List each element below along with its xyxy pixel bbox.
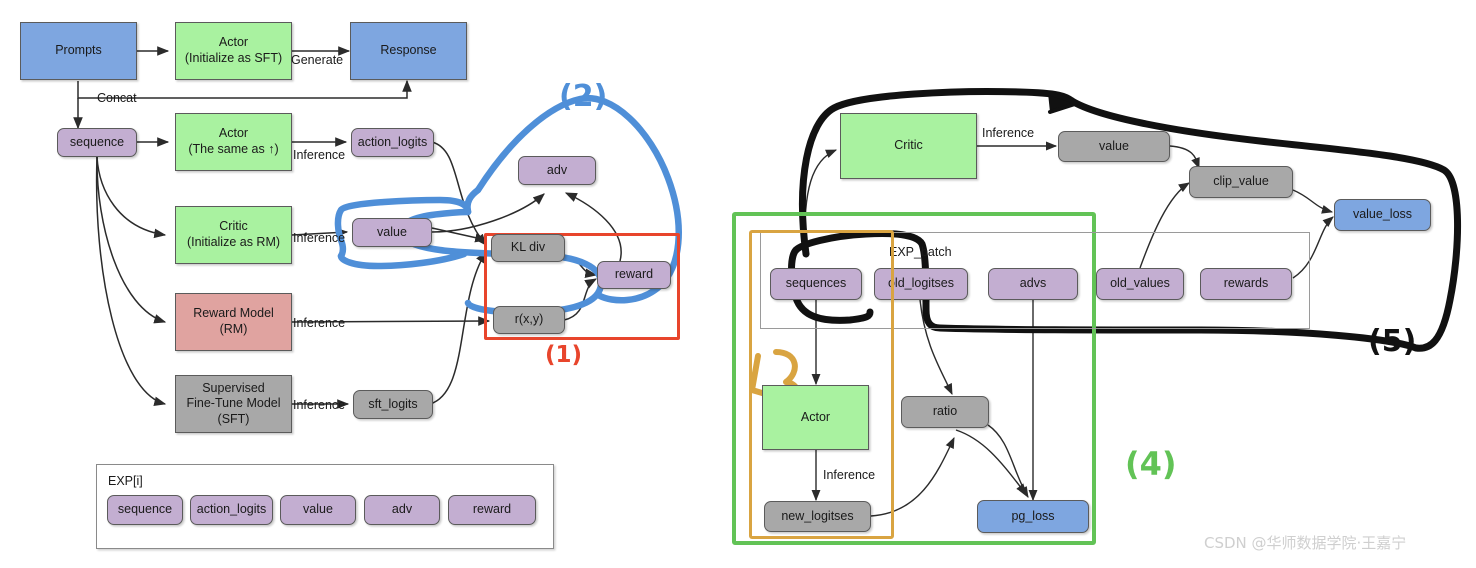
- node-ratio-label: ratio: [932, 404, 958, 419]
- annotation-mark-5: (5): [1368, 324, 1417, 359]
- node-sft-model-label2: Fine-Tune Model: [186, 396, 281, 411]
- node-sft-logits[interactable]: sft_logits: [353, 390, 433, 419]
- node-rxy-label: r(x,y): [514, 312, 544, 327]
- watermark: CSDN @华师数据学院·王嘉宁: [1204, 534, 1407, 552]
- node-sft-model[interactable]: Supervised Fine-Tune Model (SFT): [175, 375, 292, 433]
- exp-batch-item-label: rewards: [1223, 276, 1269, 291]
- node-value-left[interactable]: value: [352, 218, 432, 247]
- exp-legend-item-label: value: [303, 502, 333, 517]
- edge-label-inference-sft: Inference: [293, 398, 346, 412]
- node-clip-value-label: clip_value: [1213, 174, 1269, 189]
- node-actor-top-label2: (Initialize as SFT): [184, 51, 283, 65]
- node-reward-model-label1: Reward Model: [193, 306, 274, 321]
- node-adv-label: adv: [546, 162, 568, 177]
- node-sft-model-label3: (SFT): [217, 411, 250, 426]
- node-value-right[interactable]: value: [1058, 131, 1170, 162]
- edge-label-inference-actor: Inference: [293, 148, 346, 162]
- node-prompts-label: Prompts: [55, 43, 102, 58]
- exp-legend-item-sequence[interactable]: sequence: [107, 495, 183, 525]
- node-rxy[interactable]: r(x,y): [493, 306, 565, 334]
- exp-batch-item-advs[interactable]: advs: [988, 268, 1078, 300]
- node-adv[interactable]: adv: [518, 156, 596, 185]
- exp-legend-title: EXP[i]: [108, 474, 143, 488]
- node-critic-right[interactable]: Critic: [840, 113, 977, 179]
- node-actor-top-label1: Actor: [218, 35, 249, 50]
- exp-batch-item-label: advs: [1019, 276, 1047, 291]
- edge-label-inference-actor-right: Inference: [823, 468, 876, 482]
- node-value-left-label: value: [377, 224, 407, 239]
- exp-batch-item-label: old_values: [1110, 276, 1170, 291]
- annotation-mark-1: (1): [545, 342, 583, 368]
- node-ratio[interactable]: ratio: [901, 396, 989, 428]
- node-action-logits[interactable]: action_logits: [351, 128, 434, 157]
- edge-label-concat: Concat: [97, 91, 137, 105]
- node-new-logitses-label: new_logitses: [781, 508, 854, 523]
- exp-batch-item-rewards[interactable]: rewards: [1200, 268, 1292, 300]
- edge-label-inference-critic-right: Inference: [982, 126, 1035, 140]
- node-sequence-label: sequence: [69, 134, 125, 149]
- annotation-mark-4: (4): [1125, 445, 1177, 483]
- exp-legend-item-reward[interactable]: reward: [448, 495, 536, 525]
- exp-legend-item-label: action_logits: [196, 502, 267, 517]
- exp-legend-item-value[interactable]: value: [280, 495, 356, 525]
- node-critic-left-label1: Critic: [219, 219, 248, 234]
- node-sft-model-label1: Supervised: [202, 380, 265, 395]
- node-prompts[interactable]: Prompts: [20, 22, 137, 80]
- node-clip-value[interactable]: clip_value: [1189, 166, 1293, 198]
- node-value-right-label: value: [1099, 138, 1129, 153]
- exp-legend-item-adv[interactable]: adv: [364, 495, 440, 525]
- node-actor-right-label: Actor: [800, 409, 831, 424]
- node-actor-right[interactable]: Actor: [762, 385, 869, 450]
- diagram-canvas: Prompts Actor (Initialize as SFT) Respon…: [0, 0, 1476, 568]
- node-reward-label: reward: [614, 267, 654, 282]
- edge-label-inference-rm: Inference: [293, 316, 346, 330]
- node-actor-mid[interactable]: Actor (The same as ↑): [175, 113, 292, 171]
- exp-legend-item-label: sequence: [117, 502, 173, 517]
- node-critic-left[interactable]: Critic (Initialize as RM): [175, 206, 292, 264]
- exp-legend-item-label: reward: [472, 502, 512, 517]
- node-critic-left-label2: (Initialize as RM): [186, 235, 281, 249]
- exp-legend-item-action-logits[interactable]: action_logits: [190, 495, 273, 525]
- node-response-label: Response: [380, 43, 437, 58]
- annotation-mark-2: (2): [559, 79, 608, 114]
- edge-label-generate: Generate: [291, 53, 344, 67]
- node-sft-logits-label: sft_logits: [368, 396, 418, 411]
- node-response[interactable]: Response: [350, 22, 467, 80]
- node-kl-div[interactable]: KL div: [491, 234, 565, 262]
- edge-label-inference-critic: Inference: [293, 231, 346, 245]
- node-reward[interactable]: reward: [597, 261, 671, 289]
- node-new-logitses[interactable]: new_logitses: [764, 501, 871, 532]
- node-value-loss[interactable]: value_loss: [1334, 199, 1431, 231]
- exp-batch-item-label: old_logitses: [887, 276, 954, 291]
- node-pg-loss[interactable]: pg_loss: [977, 500, 1089, 533]
- node-actor-mid-label1: Actor: [218, 126, 249, 141]
- exp-batch-item-old-values[interactable]: old_values: [1096, 268, 1184, 300]
- node-kl-div-label: KL div: [510, 240, 546, 255]
- node-value-loss-label: value_loss: [1352, 207, 1413, 222]
- node-actor-top[interactable]: Actor (Initialize as SFT): [175, 22, 292, 80]
- node-action-logits-label: action_logits: [357, 134, 428, 149]
- node-reward-model-label2: (RM): [219, 322, 248, 336]
- node-pg-loss-label: pg_loss: [1011, 508, 1055, 523]
- exp-batch-title: EXP_batch: [889, 245, 952, 259]
- node-critic-right-label: Critic: [894, 138, 923, 153]
- node-sequence[interactable]: sequence: [57, 128, 137, 157]
- node-reward-model[interactable]: Reward Model (RM): [175, 293, 292, 351]
- node-actor-mid-label2: (The same as ↑): [188, 142, 279, 156]
- exp-legend-item-label: adv: [391, 502, 413, 517]
